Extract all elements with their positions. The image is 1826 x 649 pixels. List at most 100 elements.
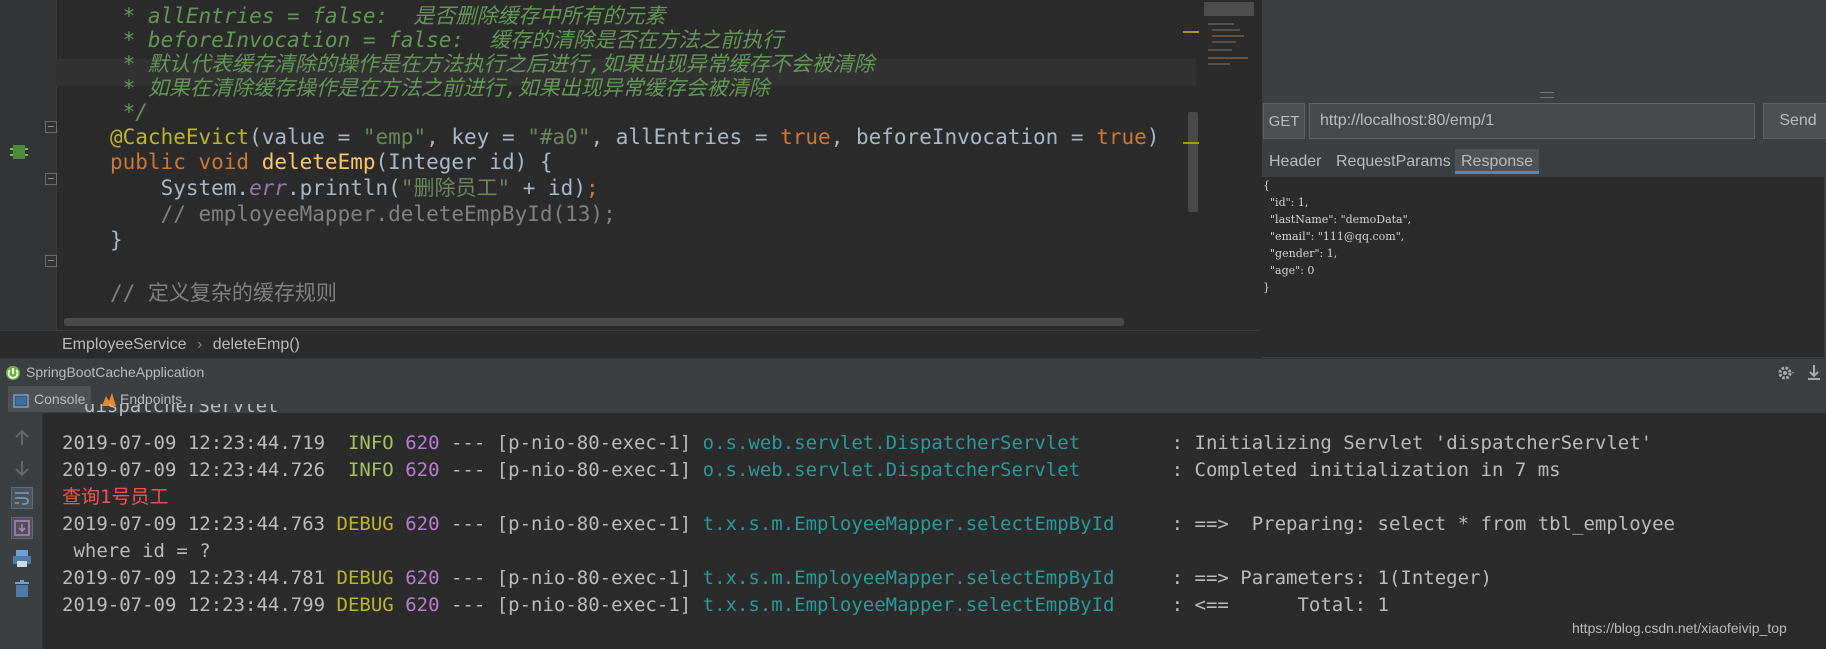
console-token: 620 [405, 513, 440, 535]
console-token: where id = ? [62, 540, 211, 562]
console-token: DEBUG [336, 567, 394, 589]
http-method-select[interactable]: GET [1263, 103, 1305, 139]
gear-icon[interactable] [1776, 363, 1796, 383]
breadcrumb-method[interactable]: deleteEmp() [213, 331, 300, 359]
code-token: * beforeInvocation = false: 缓存的清除是否在方法之前… [110, 28, 784, 52]
console-token: 2019-07-09 12:23:44.799 [62, 594, 337, 616]
console-token: --- [p-nio-80-exec-1] [439, 567, 703, 589]
console-line: 2019-07-09 12:23:44.763 DEBUG 620 --- [p… [62, 511, 1675, 538]
console-token: t.x.s.m.EmployeeMapper.selectEmpById [702, 513, 1115, 535]
console-token: o.s.web.servlet.DispatcherServlet [702, 459, 1081, 481]
console-line: 2019-07-09 12:23:44.719 INFO 620 --- [p-… [62, 430, 1652, 457]
tab-header[interactable]: Header [1263, 149, 1327, 174]
console-token [394, 432, 405, 454]
console-token: 620 [405, 567, 440, 589]
console-icon [13, 391, 29, 408]
error-stripe-mark[interactable] [1183, 142, 1199, 144]
code-token: ) [1146, 125, 1160, 149]
response-body[interactable] [1262, 177, 1824, 357]
breadcrumb-class[interactable]: EmployeeService [62, 331, 187, 359]
editor-vertical-scrollbar[interactable] [1188, 112, 1198, 212]
console-token: : Initializing Servlet 'dispatcherServle… [1080, 432, 1653, 454]
response-line: "age": 0 [1263, 264, 1315, 277]
console-token: : ==> Parameters: 1(Integer) [1114, 567, 1492, 589]
code-token: ; [585, 176, 599, 200]
console-token: --- [p-nio-80-exec-1] [439, 459, 703, 481]
print-icon[interactable] [11, 547, 33, 569]
code-token: , beforeInvocation = [830, 125, 1097, 149]
response-line: "id": 1, [1263, 196, 1309, 209]
console-token: DEBUG [336, 513, 394, 535]
console-line: 查询1号员工 [62, 484, 168, 511]
fold-marker[interactable] [45, 255, 57, 267]
code-editor[interactable]: * allEntries = false: 是否删除缓存中所有的元素 * bef… [0, 0, 1260, 330]
tab-response[interactable]: Response [1455, 149, 1540, 174]
console-token [394, 567, 405, 589]
code-token: * allEntries = false: 是否删除缓存中所有的元素 [110, 4, 666, 28]
console-token: --- [p-nio-80-exec-1] [439, 432, 703, 454]
breadcrumb: EmployeeService › deleteEmp() [0, 330, 1260, 359]
fold-marker[interactable] [45, 173, 57, 185]
soft-wrap-icon[interactable] [11, 487, 33, 509]
console-token: o.s.web.servlet.DispatcherServlet [702, 432, 1081, 454]
response-line: "lastName": "demoData", [1263, 213, 1412, 226]
code-line: */ [110, 99, 148, 126]
response-line: "gender": 1, [1263, 247, 1338, 260]
code-token: "emp" [362, 125, 427, 149]
code-token: */ [110, 100, 148, 124]
fold-marker[interactable] [45, 121, 57, 133]
tab-request-params[interactable]: RequestParams [1330, 149, 1457, 174]
console-token [394, 594, 405, 616]
code-token: , key = [426, 125, 528, 149]
split-drag-handle[interactable] [1540, 92, 1554, 98]
send-button[interactable]: Send [1763, 103, 1826, 139]
code-token: (value = [249, 125, 363, 149]
code-token: @CacheEvict [110, 125, 250, 149]
code-token: , allEntries = [590, 125, 781, 149]
code-token: err [249, 176, 288, 200]
console-token: 2019-07-09 12:23:44.726 [62, 459, 348, 481]
console-line: where id = ? [62, 538, 211, 565]
code-token: public void [110, 150, 262, 174]
code-line: * beforeInvocation = false: 缓存的清除是否在方法之前… [110, 27, 784, 54]
code-token: * 默认代表缓存清除的操作是在方法执行之后进行,如果出现异常缓存不会被清除 [110, 52, 875, 76]
console-line: 2019-07-09 12:23:44.799 DEBUG 620 --- [p… [62, 592, 1389, 619]
trash-icon[interactable] [11, 577, 33, 599]
console-token [394, 513, 405, 535]
console-token: INFO [347, 459, 394, 481]
console-token: dispatcherServlet [84, 404, 279, 416]
console-token: t.x.s.m.EmployeeMapper.selectEmpById [702, 567, 1115, 589]
pin-icon[interactable] [1806, 363, 1822, 383]
editor-horizontal-scrollbar[interactable] [64, 318, 1124, 326]
editor-minimap [1204, 0, 1260, 70]
console-token: INFO [347, 432, 394, 454]
console-token: --- [p-nio-80-exec-1] [439, 594, 703, 616]
url-input[interactable]: http://localhost:80/emp/1 [1309, 103, 1755, 139]
spring-boot-icon [4, 364, 22, 382]
response-line: "email": "111@qq.com", [1263, 230, 1405, 243]
code-token: // employeeMapper.deleteEmpById(13); [110, 202, 616, 226]
scroll-to-end-icon[interactable] [11, 517, 33, 539]
code-token: .println( [287, 176, 401, 200]
editor-gutter [0, 0, 57, 330]
breadcrumb-separator: › [196, 336, 203, 353]
up-arrow-icon[interactable] [11, 427, 33, 449]
code-token: + id) [510, 176, 586, 200]
run-config-title[interactable]: SpringBootCacheApplication [26, 359, 204, 386]
code-line: } [110, 227, 123, 254]
console-token: 2019-07-09 12:23:44.763 [62, 513, 337, 535]
console-token: t.x.s.m.EmployeeMapper.selectEmpById [702, 594, 1115, 616]
run-gutter-icon[interactable] [10, 143, 28, 161]
error-stripe-mark[interactable] [1183, 31, 1199, 33]
run-panel-header: SpringBootCacheApplication [0, 358, 1826, 386]
console-token: --- [p-nio-80-exec-1] [439, 513, 703, 535]
console-token: : Completed initialization in 7 ms [1080, 459, 1561, 481]
response-line: { [1263, 179, 1270, 192]
down-arrow-icon[interactable] [11, 457, 33, 479]
console-token: 620 [405, 432, 440, 454]
code-line: // employeeMapper.deleteEmpById(13); [110, 201, 616, 228]
code-token: (Integer id) { [375, 150, 553, 174]
watermark: https://blog.csdn.net/xiaofeivip_top [1572, 620, 1787, 636]
code-line: * allEntries = false: 是否删除缓存中所有的元素 [110, 3, 666, 30]
tab-console[interactable]: Console [8, 386, 92, 412]
